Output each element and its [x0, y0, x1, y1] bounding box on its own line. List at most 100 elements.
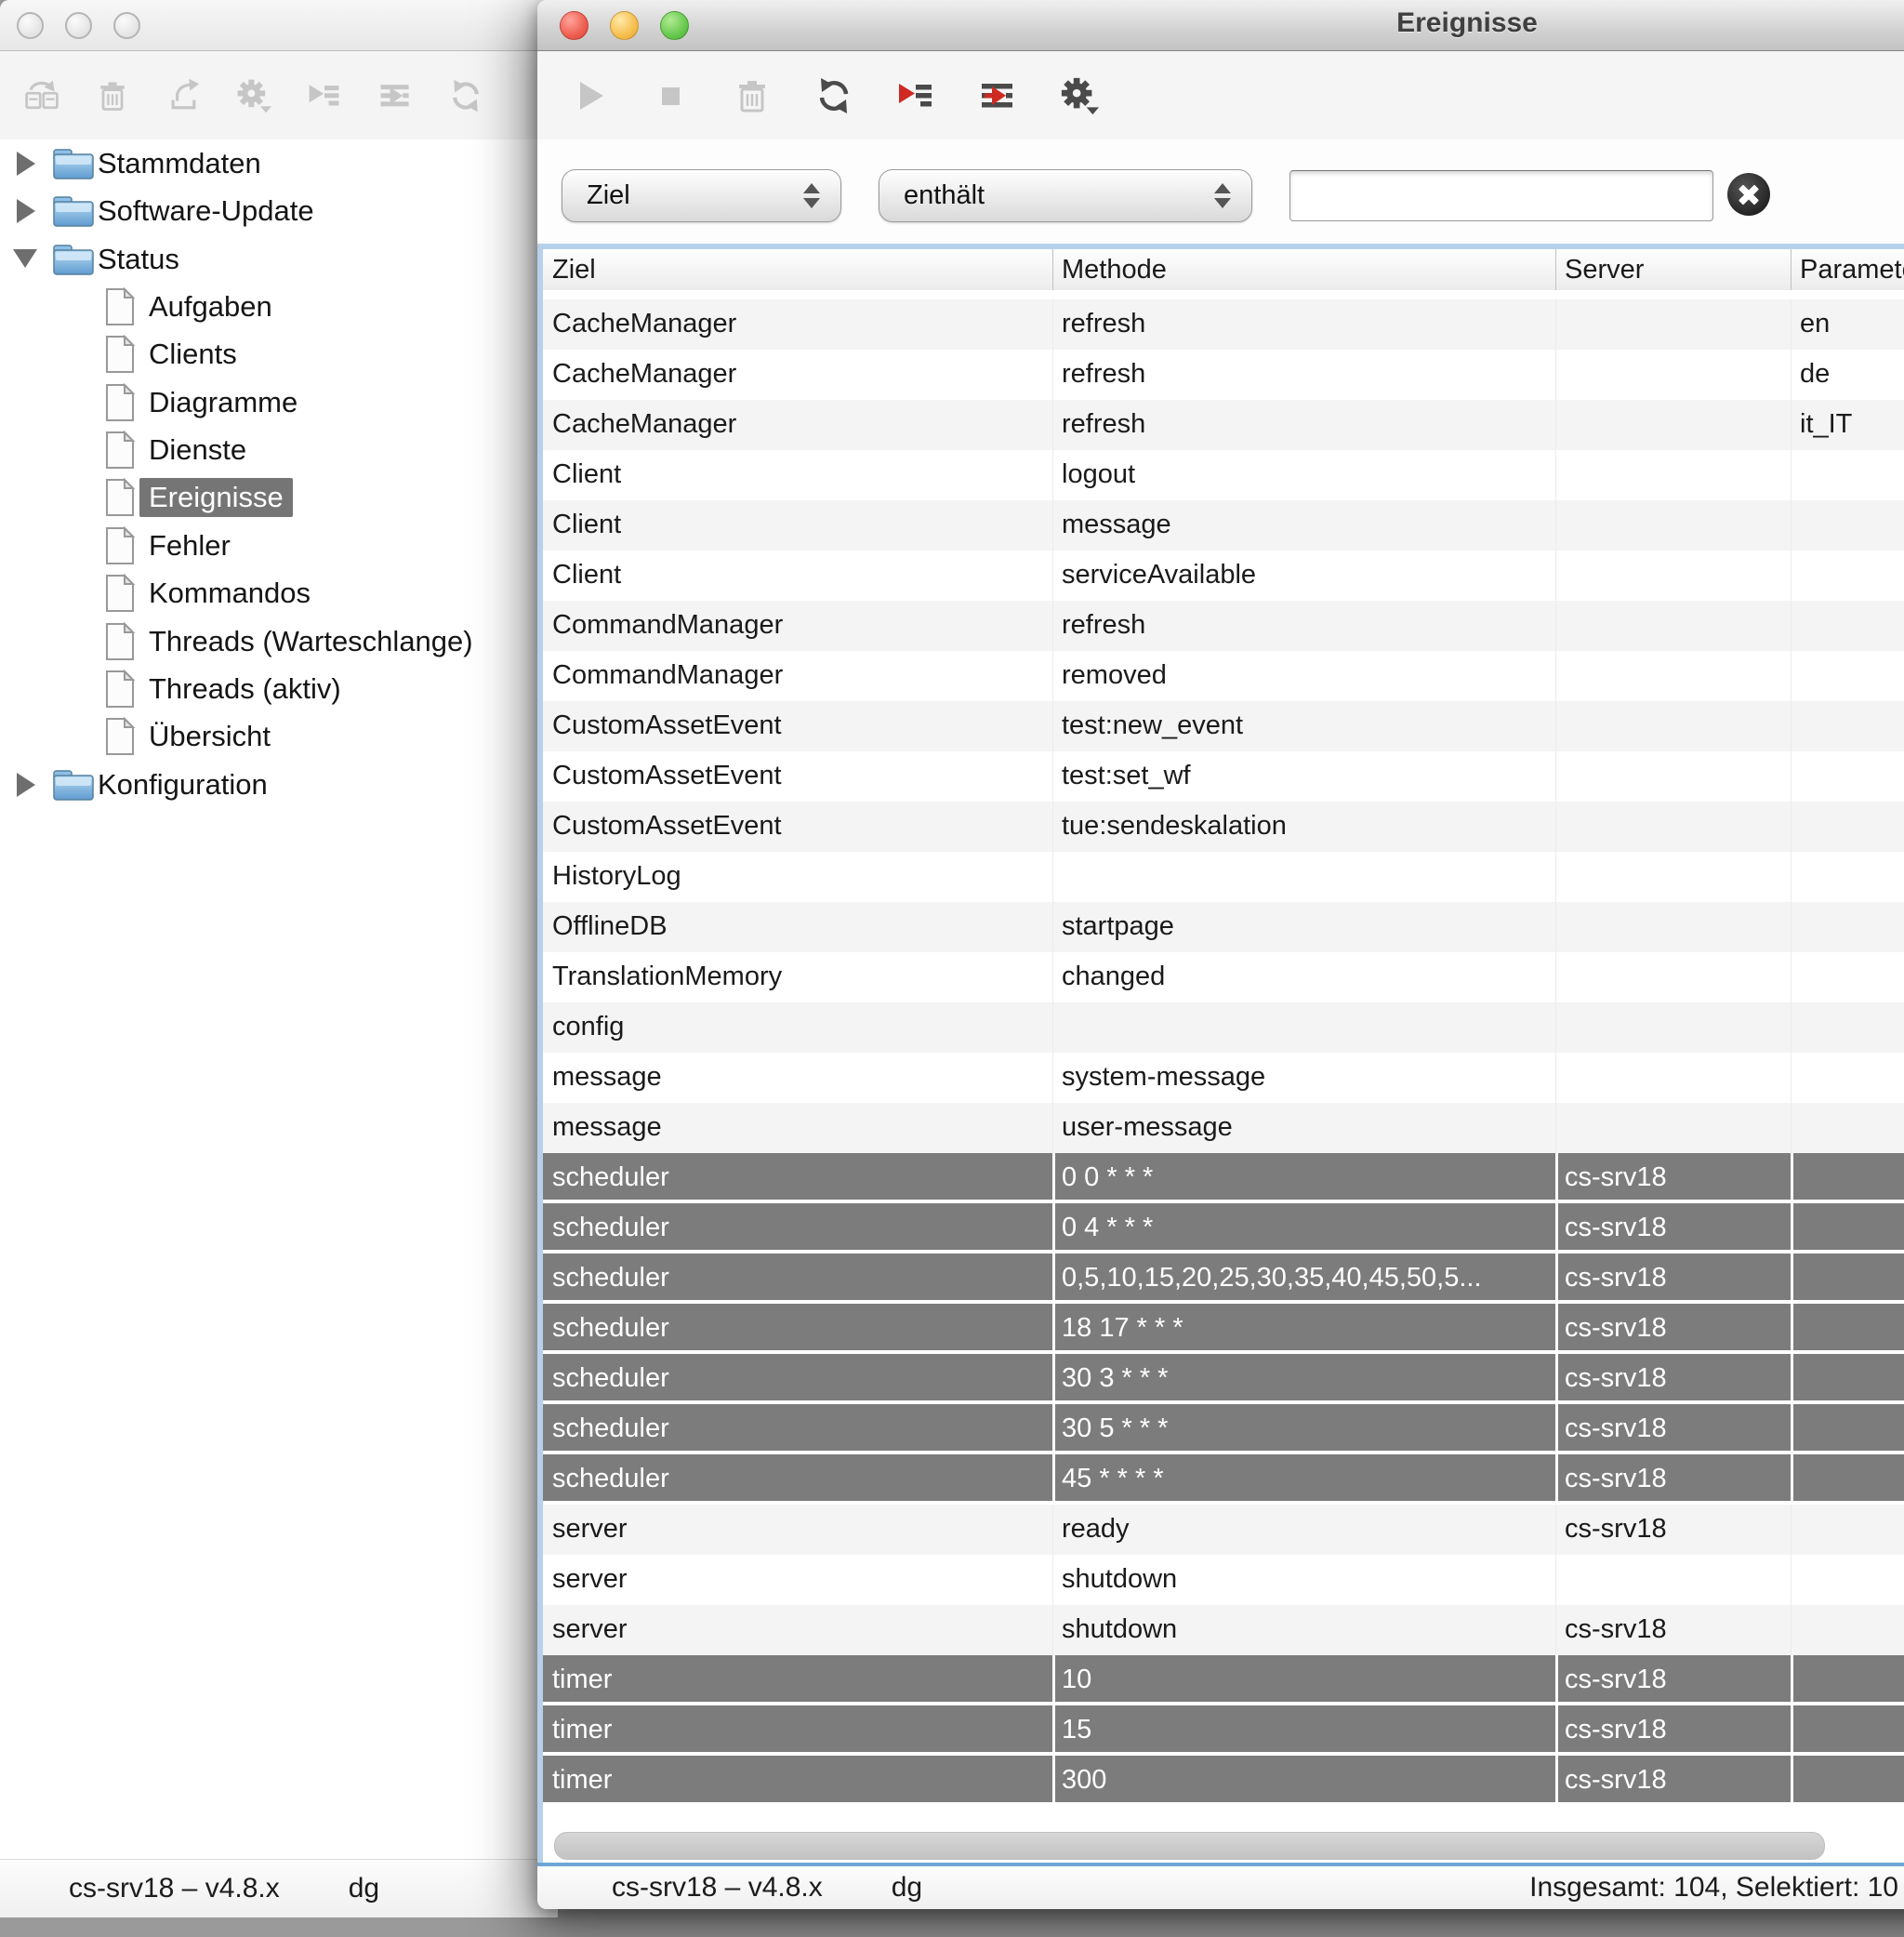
tree-item-threads-warteschlange[interactable]: Threads (Warteschlange) [0, 617, 558, 666]
tree-item-bersicht[interactable]: Übersicht [0, 712, 558, 761]
disclosure-down-icon[interactable] [13, 249, 37, 268]
trash-icon[interactable] [725, 70, 779, 122]
column-header-server[interactable]: Server [1555, 249, 1644, 290]
events-statusbar: cs-srv18 – v4.8.x dg Insgesamt: 104, Sel… [537, 1863, 1904, 1909]
tree-item-diagramme[interactable]: Diagramme [0, 378, 558, 427]
scrollbar-thumb[interactable] [554, 1832, 1825, 1860]
table-row[interactable]: CommandManagerrefresh [543, 601, 1904, 651]
column-divider [1555, 1354, 1558, 1400]
column-header-ziel[interactable]: Ziel [543, 249, 596, 290]
minimize-button[interactable] [610, 11, 639, 40]
table-row[interactable]: CustomAssetEventtue:sendeskalation [543, 802, 1904, 852]
run-events-icon[interactable] [298, 70, 351, 122]
navigator-titlebar[interactable] [0, 0, 558, 51]
import-events-icon[interactable] [368, 70, 422, 122]
filter-query-input[interactable] [1289, 170, 1713, 221]
table-row[interactable]: TranslationMemorychanged [543, 952, 1904, 1002]
table-row[interactable]: serverreadycs-srv18 [543, 1505, 1904, 1555]
table-row[interactable]: CacheManagerrefreshde [543, 350, 1904, 400]
disclosure-right-icon[interactable] [17, 152, 35, 176]
tree-item-stammdaten[interactable]: Stammdaten [0, 139, 558, 188]
cell-ziel: CacheManager [552, 299, 736, 346]
tree-item-label: Übersicht [149, 720, 271, 753]
tree-item-status[interactable]: Status [0, 235, 558, 284]
cell-ziel: server [552, 1505, 628, 1551]
play-icon[interactable] [562, 70, 615, 122]
table-row[interactable]: messageuser-message [543, 1103, 1904, 1153]
trash-icon[interactable] [86, 70, 139, 122]
close-button[interactable] [560, 11, 588, 40]
disclosure-right-icon[interactable] [17, 199, 35, 223]
table-row[interactable]: messagesystem-message [543, 1053, 1904, 1103]
table-row[interactable]: HistoryLog [543, 852, 1904, 902]
table-header: Ziel Methode Server Parameter [543, 249, 1904, 291]
gear-menu-icon[interactable] [1052, 70, 1106, 122]
table-row[interactable]: timer10cs-srv18 [543, 1655, 1904, 1705]
column-divider [1791, 1705, 1793, 1752]
tree-item-kommandos[interactable]: Kommandos [0, 569, 558, 617]
run-events-icon[interactable] [889, 70, 943, 122]
tree-item-software-update[interactable]: Software-Update [0, 187, 558, 235]
column-header-parameter[interactable]: Parameter [1791, 249, 1904, 290]
table-row[interactable]: CommandManagerremoved [543, 651, 1904, 701]
column-divider [1555, 902, 1556, 952]
filter-field-value: Ziel [587, 180, 630, 211]
zoom-button[interactable] [113, 12, 140, 39]
import-events-icon[interactable] [971, 70, 1025, 122]
minimize-button[interactable] [65, 12, 92, 39]
column-divider[interactable] [1052, 249, 1053, 290]
tree-item-fehler[interactable]: Fehler [0, 522, 558, 570]
zoom-button[interactable] [660, 11, 689, 40]
table-row[interactable]: Clientmessage [543, 500, 1904, 551]
tree-item-ereignisse[interactable]: Ereignisse [0, 473, 558, 522]
refresh-icon[interactable] [439, 70, 493, 122]
table-row[interactable]: ClientserviceAvailable [543, 551, 1904, 601]
table-row[interactable]: scheduler30 5 * * *cs-srv18 [543, 1404, 1904, 1454]
gear-menu-icon[interactable] [227, 70, 281, 122]
table-row[interactable]: CacheManagerrefreshen [543, 299, 1904, 350]
column-divider [1555, 1203, 1558, 1250]
tree-item-aufgaben[interactable]: Aufgaben [0, 283, 558, 331]
table-row[interactable]: CustomAssetEventtest:set_wf [543, 751, 1904, 802]
table-row[interactable]: scheduler18 17 * * *cs-srv18 [543, 1304, 1904, 1354]
cell-ziel: timer [552, 1655, 612, 1702]
table-row[interactable]: CacheManagerrefreshit_IT [543, 400, 1904, 450]
column-divider [1555, 1153, 1558, 1200]
table-row[interactable]: servershutdowncs-srv18 [543, 1605, 1904, 1655]
filter-field-popup[interactable]: Ziel [562, 169, 841, 222]
refresh-icon[interactable] [807, 70, 861, 122]
table-row[interactable]: timer300cs-srv18 [543, 1756, 1904, 1806]
table-row[interactable]: scheduler0 0 * * *cs-srv18 [543, 1153, 1904, 1203]
table-row[interactable]: Clientlogout [543, 450, 1904, 500]
tree-item-clients[interactable]: Clients [0, 330, 558, 378]
tree-item-threads-aktiv[interactable]: Threads (aktiv) [0, 665, 558, 713]
close-button[interactable] [17, 12, 44, 39]
table-row[interactable]: scheduler30 3 * * *cs-srv18 [543, 1354, 1904, 1404]
table-row[interactable]: timer15cs-srv18 [543, 1705, 1904, 1756]
column-divider [1791, 1655, 1793, 1702]
horizontal-scrollbar[interactable] [543, 1830, 1904, 1864]
tree-item-dienste[interactable]: Dienste [0, 426, 558, 474]
disclosure-right-icon[interactable] [17, 773, 35, 797]
clear-filter-button[interactable] [1727, 173, 1770, 216]
cell-methode: user-message [1062, 1103, 1233, 1149]
stop-icon[interactable] [643, 70, 697, 122]
table-row[interactable]: servershutdown [543, 1555, 1904, 1605]
column-divider[interactable] [1555, 249, 1556, 290]
column-divider [1555, 1705, 1558, 1752]
archive-sync-icon[interactable] [15, 70, 69, 122]
table-row[interactable]: CustomAssetEventtest:new_event [543, 701, 1904, 751]
ereignisse-titlebar[interactable]: Ereignisse [537, 0, 1904, 51]
column-header-methode[interactable]: Methode [1052, 249, 1167, 290]
filter-operator-popup[interactable]: enthält [879, 169, 1252, 222]
table-row[interactable]: config [543, 1002, 1904, 1053]
table-row[interactable]: scheduler45 * * * *cs-srv18 [543, 1454, 1904, 1505]
table-row[interactable]: scheduler0 4 * * *cs-srv18 [543, 1203, 1904, 1254]
table-row[interactable]: scheduler0,5,10,15,20,25,30,35,40,45,50,… [543, 1254, 1904, 1304]
tree-item-konfiguration[interactable]: Konfiguration [0, 761, 558, 809]
tree-item-label: Ereignisse [139, 478, 293, 517]
export-icon[interactable] [156, 70, 210, 122]
clipped-table-row[interactable] [543, 290, 1904, 299]
table-row[interactable]: OfflineDBstartpage [543, 902, 1904, 952]
column-divider[interactable] [1791, 249, 1792, 290]
